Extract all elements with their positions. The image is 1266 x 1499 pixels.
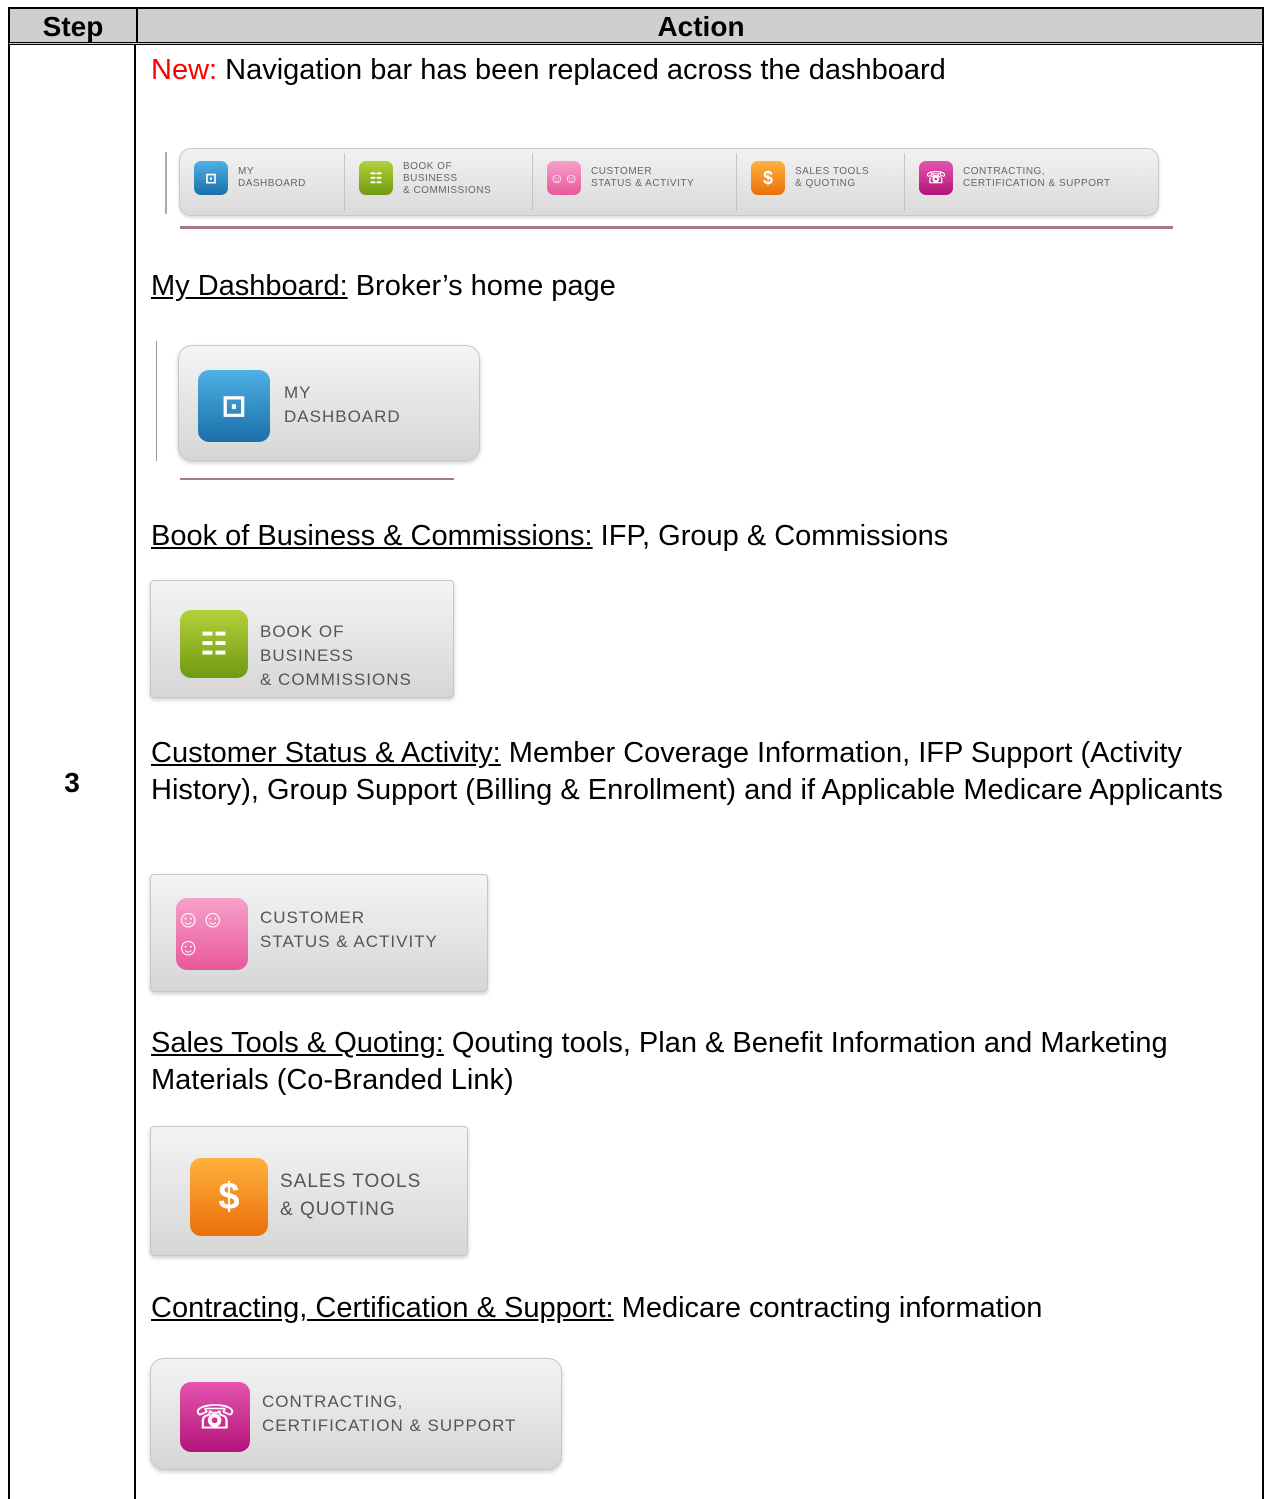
button-label: & QUOTING xyxy=(280,1199,396,1220)
nav-edge xyxy=(165,152,167,214)
section-title: My Dashboard: xyxy=(151,270,348,302)
nav-accent-line xyxy=(180,226,1173,229)
nav-label: SALES TOOLS xyxy=(795,166,870,177)
header-step: Step xyxy=(42,11,104,42)
button-label: CONTRACTING, xyxy=(262,1392,404,1411)
section-book-of-business: Book of Business & Commissions: IFP, Gro… xyxy=(151,518,1241,555)
book-of-business-button[interactable]: ☷ BOOK OF BUSINESS & COMMISSIONS xyxy=(150,580,454,702)
step-number: 3 xyxy=(64,767,80,798)
contracting-button[interactable]: ☏ CONTRACTING, CERTIFICATION & SUPPORT xyxy=(150,1352,566,1480)
phone-book-icon: ☏ xyxy=(180,1382,250,1452)
nav-bar-body: ⊡ MY DASHBOARD ☷ BOOK OF BUSINESS & COMMISS… xyxy=(179,148,1159,216)
button-label: & COMMISSIONS xyxy=(260,670,412,689)
section-desc: Medicare contracting information xyxy=(613,1292,1043,1324)
dollar-monitor-icon: $ xyxy=(751,161,785,195)
table-header: Step Action xyxy=(8,7,1264,45)
button-label: BOOK OF xyxy=(260,622,345,641)
customer-status-button[interactable]: ☺☺☺ CUSTOMER STATUS & ACTIVITY xyxy=(150,870,490,1000)
nav-label: CUSTOMER xyxy=(591,166,653,177)
button-label: MY xyxy=(284,383,312,402)
nav-item-my-dashboard[interactable]: ⊡ MY DASHBOARD xyxy=(180,149,342,215)
dollar-monitor-icon: $ xyxy=(190,1158,268,1236)
table-border-right xyxy=(1262,45,1264,1499)
navigation-bar: ⊡ MY DASHBOARD ☷ BOOK OF BUSINESS & COMMISS… xyxy=(165,138,1173,230)
intro-line: New: Navigation bar has been replaced ac… xyxy=(151,52,1241,89)
header-action: Action xyxy=(657,11,745,42)
nav-label: STATUS & ACTIVITY xyxy=(591,178,695,189)
nav-label: & QUOTING xyxy=(795,178,856,189)
people-icon: ☺☺ xyxy=(547,161,581,195)
button-label: CUSTOMER xyxy=(260,908,365,927)
nav-label: DASHBOARD xyxy=(238,178,306,189)
id-card-icon: ☷ xyxy=(359,161,393,195)
section-title: Customer Status & Activity: xyxy=(151,737,501,769)
section-title: Contracting, Certification & Support: xyxy=(151,1292,614,1324)
id-card-icon: ☷ xyxy=(180,610,248,678)
intro-text: Navigation bar has been replaced across … xyxy=(217,54,946,86)
section-desc: Broker’s home page xyxy=(347,270,616,302)
nav-item-sales-tools[interactable]: $ SALES TOOLS & QUOTING xyxy=(737,149,903,215)
nav-label: BUSINESS xyxy=(403,173,458,184)
people-icon: ☺☺☺ xyxy=(176,898,248,970)
briefcase-icon: ⊡ xyxy=(198,370,270,442)
button-label: BUSINESS xyxy=(260,646,354,665)
button-accent-line xyxy=(180,478,454,480)
nav-item-contracting[interactable]: ☏ CONTRACTING, CERTIFICATION & SUPPORT xyxy=(905,149,1155,215)
section-contracting: Contracting, Certification & Support: Me… xyxy=(151,1290,1241,1327)
nav-label: MY xyxy=(238,166,254,177)
my-dashboard-button[interactable]: ⊡ MY DASHBOARD xyxy=(156,333,480,483)
section-my-dashboard: My Dashboard: Broker’s home page xyxy=(151,268,1241,305)
nav-label: CONTRACTING, xyxy=(963,166,1046,177)
button-label: CERTIFICATION & SUPPORT xyxy=(262,1416,517,1435)
phone-book-icon: ☏ xyxy=(919,161,953,195)
button-label: DASHBOARD xyxy=(284,407,401,426)
button-label: SALES TOOLS xyxy=(280,1171,422,1192)
new-label: New: xyxy=(151,54,218,86)
nav-label: CERTIFICATION & SUPPORT xyxy=(963,178,1111,189)
button-label: STATUS & ACTIVITY xyxy=(260,932,438,951)
section-customer-status: Customer Status & Activity: Member Cover… xyxy=(151,735,1241,809)
sales-tools-button[interactable]: $ SALES TOOLS & QUOTING xyxy=(150,1122,470,1262)
nav-label: & COMMISSIONS xyxy=(403,185,492,196)
nav-item-book-of-business[interactable]: ☷ BOOK OF BUSINESS & COMMISSIONS xyxy=(345,149,531,215)
nav-label: BOOK OF xyxy=(403,161,453,172)
nav-item-customer-status[interactable]: ☺☺ CUSTOMER STATUS & ACTIVITY xyxy=(533,149,735,215)
section-sales-tools: Sales Tools & Quoting: Qouting tools, Pl… xyxy=(151,1025,1241,1099)
section-title: Book of Business & Commissions: xyxy=(151,520,593,552)
section-desc: IFP, Group & Commissions xyxy=(592,520,949,552)
section-title: Sales Tools & Quoting: xyxy=(151,1027,444,1059)
briefcase-icon: ⊡ xyxy=(194,161,228,195)
